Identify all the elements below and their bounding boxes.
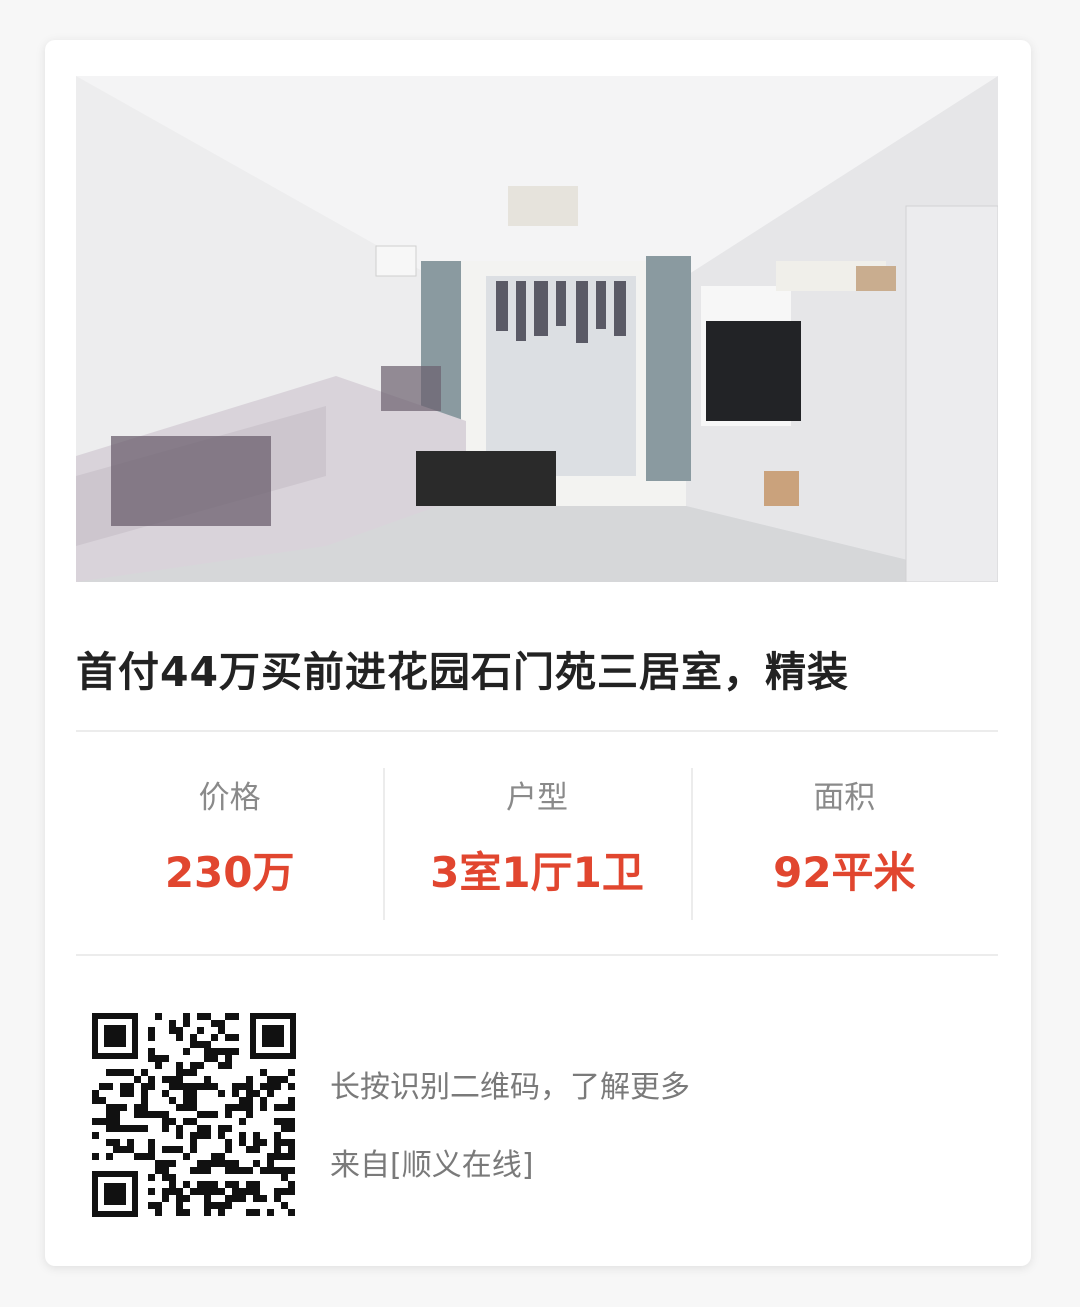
stat-area-label: 面积 bbox=[813, 780, 876, 816]
stat-layout-value: 3室1厅1卫 bbox=[430, 848, 644, 897]
stat-area: 面积 92平米 bbox=[690, 768, 998, 922]
stat-layout-label: 户型 bbox=[505, 780, 568, 816]
title-divider bbox=[76, 730, 998, 732]
stat-price-label: 价格 bbox=[198, 780, 261, 816]
stat-area-value: 92平米 bbox=[773, 848, 916, 897]
listing-photo[interactable] bbox=[76, 76, 998, 582]
stats-divider bbox=[76, 954, 998, 956]
listing-stats: 价格 230万 户型 3室1厅1卫 面积 92平米 bbox=[76, 768, 998, 922]
living-room-image bbox=[76, 76, 998, 582]
stat-price: 价格 230万 bbox=[76, 768, 383, 922]
qr-hint: 长按识别二维码，了解更多 bbox=[330, 1070, 690, 1105]
qr-code-icon bbox=[88, 1009, 300, 1221]
stat-layout: 户型 3室1厅1卫 bbox=[383, 768, 690, 922]
listing-card[interactable]: 首付44万买前进花园石门苑三居室，精装 价格 230万 户型 3室1厅1卫 面积… bbox=[45, 40, 1031, 1266]
listing-title[interactable]: 首付44万买前进花园石门苑三居室，精装 bbox=[76, 638, 1006, 698]
source-label: 来自[顺义在线] bbox=[330, 1148, 534, 1183]
stat-price-value: 230万 bbox=[164, 848, 295, 897]
qr-code[interactable] bbox=[88, 1009, 300, 1221]
